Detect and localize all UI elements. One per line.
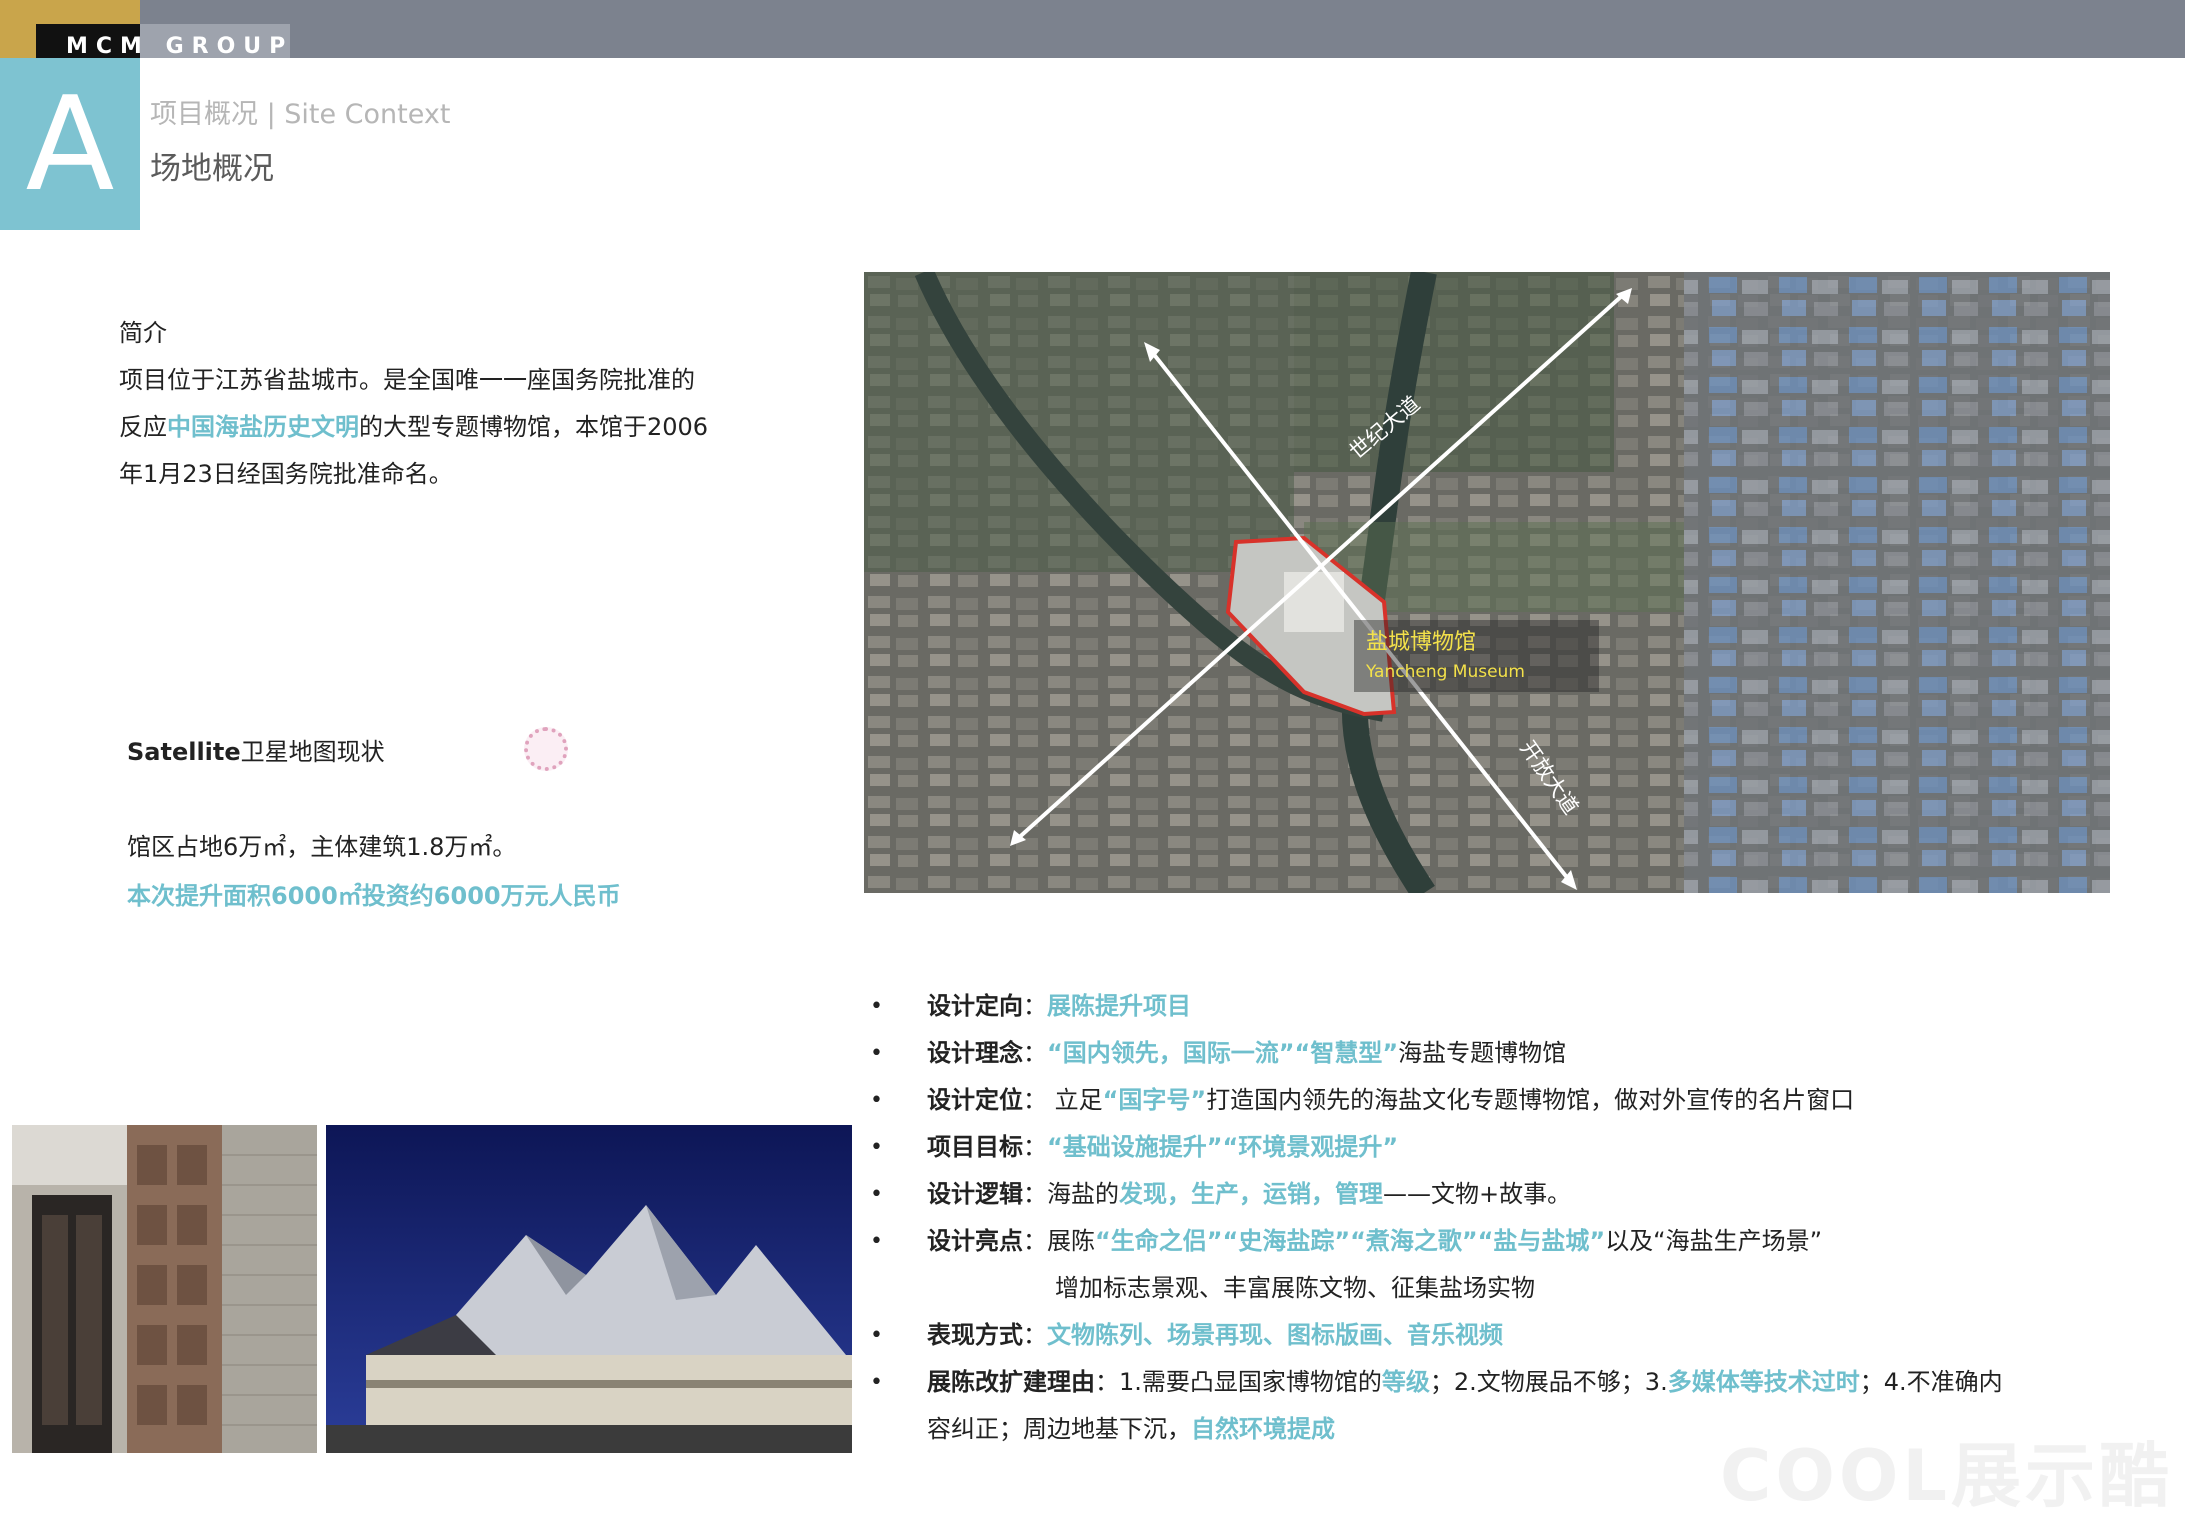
bullet-label: 项目目标 [927, 1133, 1023, 1161]
bullet-design-logic: 设计逻辑：海盐的发现，生产，运销，管理——文物+故事。 [868, 1171, 2128, 1218]
bullet-continuation: 增加标志景观、丰富展陈文物、征集盐场实物 [1055, 1274, 1535, 1302]
decorative-circle-icon [524, 727, 568, 771]
museum-exterior-photo [326, 1125, 852, 1453]
bullet-highlight: 自然环境提成 [1191, 1415, 1335, 1443]
bullet-highlight: 文物陈列、场景再现、图标版画、音乐视频 [1047, 1321, 1503, 1349]
satellite-map-image [864, 272, 2110, 893]
bullet-highlight: 发现，生产，运销，管理 [1119, 1180, 1383, 1208]
investment-text: 本次提升面积6000㎡投资约6000万元人民币 [127, 882, 621, 910]
bullet-highlight: “国字号” [1102, 1086, 1207, 1114]
satellite-map: 盐城博物馆 Yancheng Museum 世纪大道 开放大道 [864, 272, 2110, 893]
satellite-heading: Satellite卫星地图现状 [127, 732, 385, 767]
bullet-label: 表现方式 [927, 1321, 1023, 1349]
bullet-highlight: 展陈提升项目 [1047, 992, 1191, 1020]
intro-heading: 简介 [119, 319, 167, 347]
bullet-design-highlights: 设计亮点：展陈“生命之侣”“史海盐踪”“煮海之歌”“盐与盐城”以及“海盐生产场景… [868, 1218, 2128, 1312]
bullet-text: 容纠正；周边地基下沉， [927, 1415, 1191, 1443]
bullet-label: 设计亮点 [927, 1227, 1023, 1255]
bullet-design-positioning: 设计定位： 立足“国字号”打造国内领先的海盐文化专题博物馆，做对外宣传的名片窗口 [868, 1077, 2128, 1124]
bullet-label: 设计定向 [927, 992, 1023, 1020]
satellite-heading-bold: Satellite [127, 738, 241, 766]
bullet-text: 打造国内领先的海盐文化专题博物馆，做对外宣传的名片窗口 [1206, 1086, 1855, 1114]
intro-line-2-pre: 反应 [119, 413, 167, 441]
brand-logo: MCM GROUP [0, 0, 294, 59]
bullet-highlight: “基础设施提升”“环境景观提升” [1047, 1133, 1399, 1161]
intro-highlight: 中国海盐历史文明 [167, 413, 359, 441]
intro-block: 简介 项目位于江苏省盐城市。是全国唯一一座国务院批准的 反应中国海盐历史文明的大… [119, 310, 759, 498]
brand-text: MCM GROUP [66, 34, 294, 59]
intro-line-3: 年1月23日经国务院批准命名。 [119, 460, 453, 488]
bullet-highlight: 多媒体等技术过时 [1667, 1368, 1860, 1396]
bullet-label: 设计逻辑 [927, 1180, 1023, 1208]
museum-label-en: Yancheng Museum [1366, 662, 1525, 682]
design-bullets: 设计定向：展陈提升项目 设计理念：“国内领先，国际一流”“智慧型”海盐专题博物馆… [868, 983, 2128, 1453]
bullet-text: ——文物+故事。 [1383, 1180, 1572, 1208]
bullet-text: 海盐专题博物馆 [1398, 1039, 1567, 1067]
bullet-design-concept: 设计理念：“国内领先，国际一流”“智慧型”海盐专题博物馆 [868, 1030, 2128, 1077]
bullet-highlight: “生命之侣”“史海盐踪”“煮海之歌”“盐与盐城” [1095, 1227, 1606, 1255]
top-bar [0, 0, 2185, 58]
watermark: COOL展示酷 [1720, 1435, 2173, 1517]
section-subtitle: 项目概况 | Site Context [150, 99, 451, 130]
site-area-text: 馆区占地6万㎡，主体建筑1.8万㎡。 [127, 833, 517, 861]
page-title: 场地概况 [150, 151, 274, 187]
bullet-text: 1.需要凸显国家博物馆的 [1119, 1368, 1382, 1396]
bullet-label: 展陈改扩建理由 [927, 1368, 1095, 1396]
intro-line-2-post: 的大型专题博物馆，本馆于2006 [359, 413, 709, 441]
bullet-highlight: “国内领先，国际一流”“智慧型” [1047, 1039, 1399, 1067]
bullet-text: 以及“海盐生产场景” [1605, 1227, 1823, 1255]
bullet-text: 立足 [1054, 1086, 1103, 1114]
bullet-highlight: 等级 [1381, 1368, 1430, 1396]
intro-line-2: 反应中国海盐历史文明的大型专题博物馆，本馆于2006 [119, 404, 759, 451]
bullet-label: 设计理念 [927, 1039, 1023, 1067]
bullet-design-direction: 设计定向：展陈提升项目 [868, 983, 2128, 1030]
bullet-text: 海盐的 [1047, 1180, 1119, 1208]
intro-line-1: 项目位于江苏省盐城市。是全国唯一一座国务院批准的 [119, 366, 695, 394]
museum-label-cn: 盐城博物馆 [1366, 630, 1477, 655]
bullet-label: 设计定位 [927, 1086, 1023, 1114]
section-letter: A [0, 58, 140, 230]
museum-entrance-photo [12, 1125, 317, 1453]
bullet-text: 展陈 [1047, 1227, 1095, 1255]
satellite-heading-rest: 卫星地图现状 [240, 738, 385, 766]
bullet-project-goal: 项目目标：“基础设施提升”“环境景观提升” [868, 1124, 2128, 1171]
bullet-expression: 表现方式：文物陈列、场景再现、图标版画、音乐视频 [868, 1312, 2128, 1359]
bullet-text: ；4.不准确内 [1859, 1368, 2003, 1396]
bullet-text: ；2.文物展品不够；3. [1429, 1368, 1668, 1396]
